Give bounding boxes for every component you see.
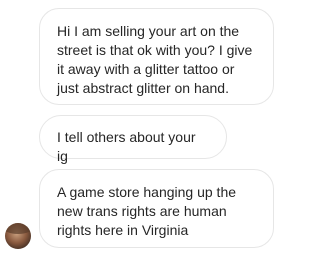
message-bubble[interactable]: A game store hanging up the new trans ri… bbox=[39, 169, 274, 248]
message-bubble[interactable]: I tell others about your ig bbox=[39, 115, 227, 164]
message-bubble[interactable]: Hi I am selling your art on the street i… bbox=[39, 8, 274, 105]
sender-avatar[interactable] bbox=[5, 223, 31, 249]
avatar-photo bbox=[5, 223, 31, 234]
message-thread: Hi I am selling your art on the street i… bbox=[0, 0, 335, 256]
